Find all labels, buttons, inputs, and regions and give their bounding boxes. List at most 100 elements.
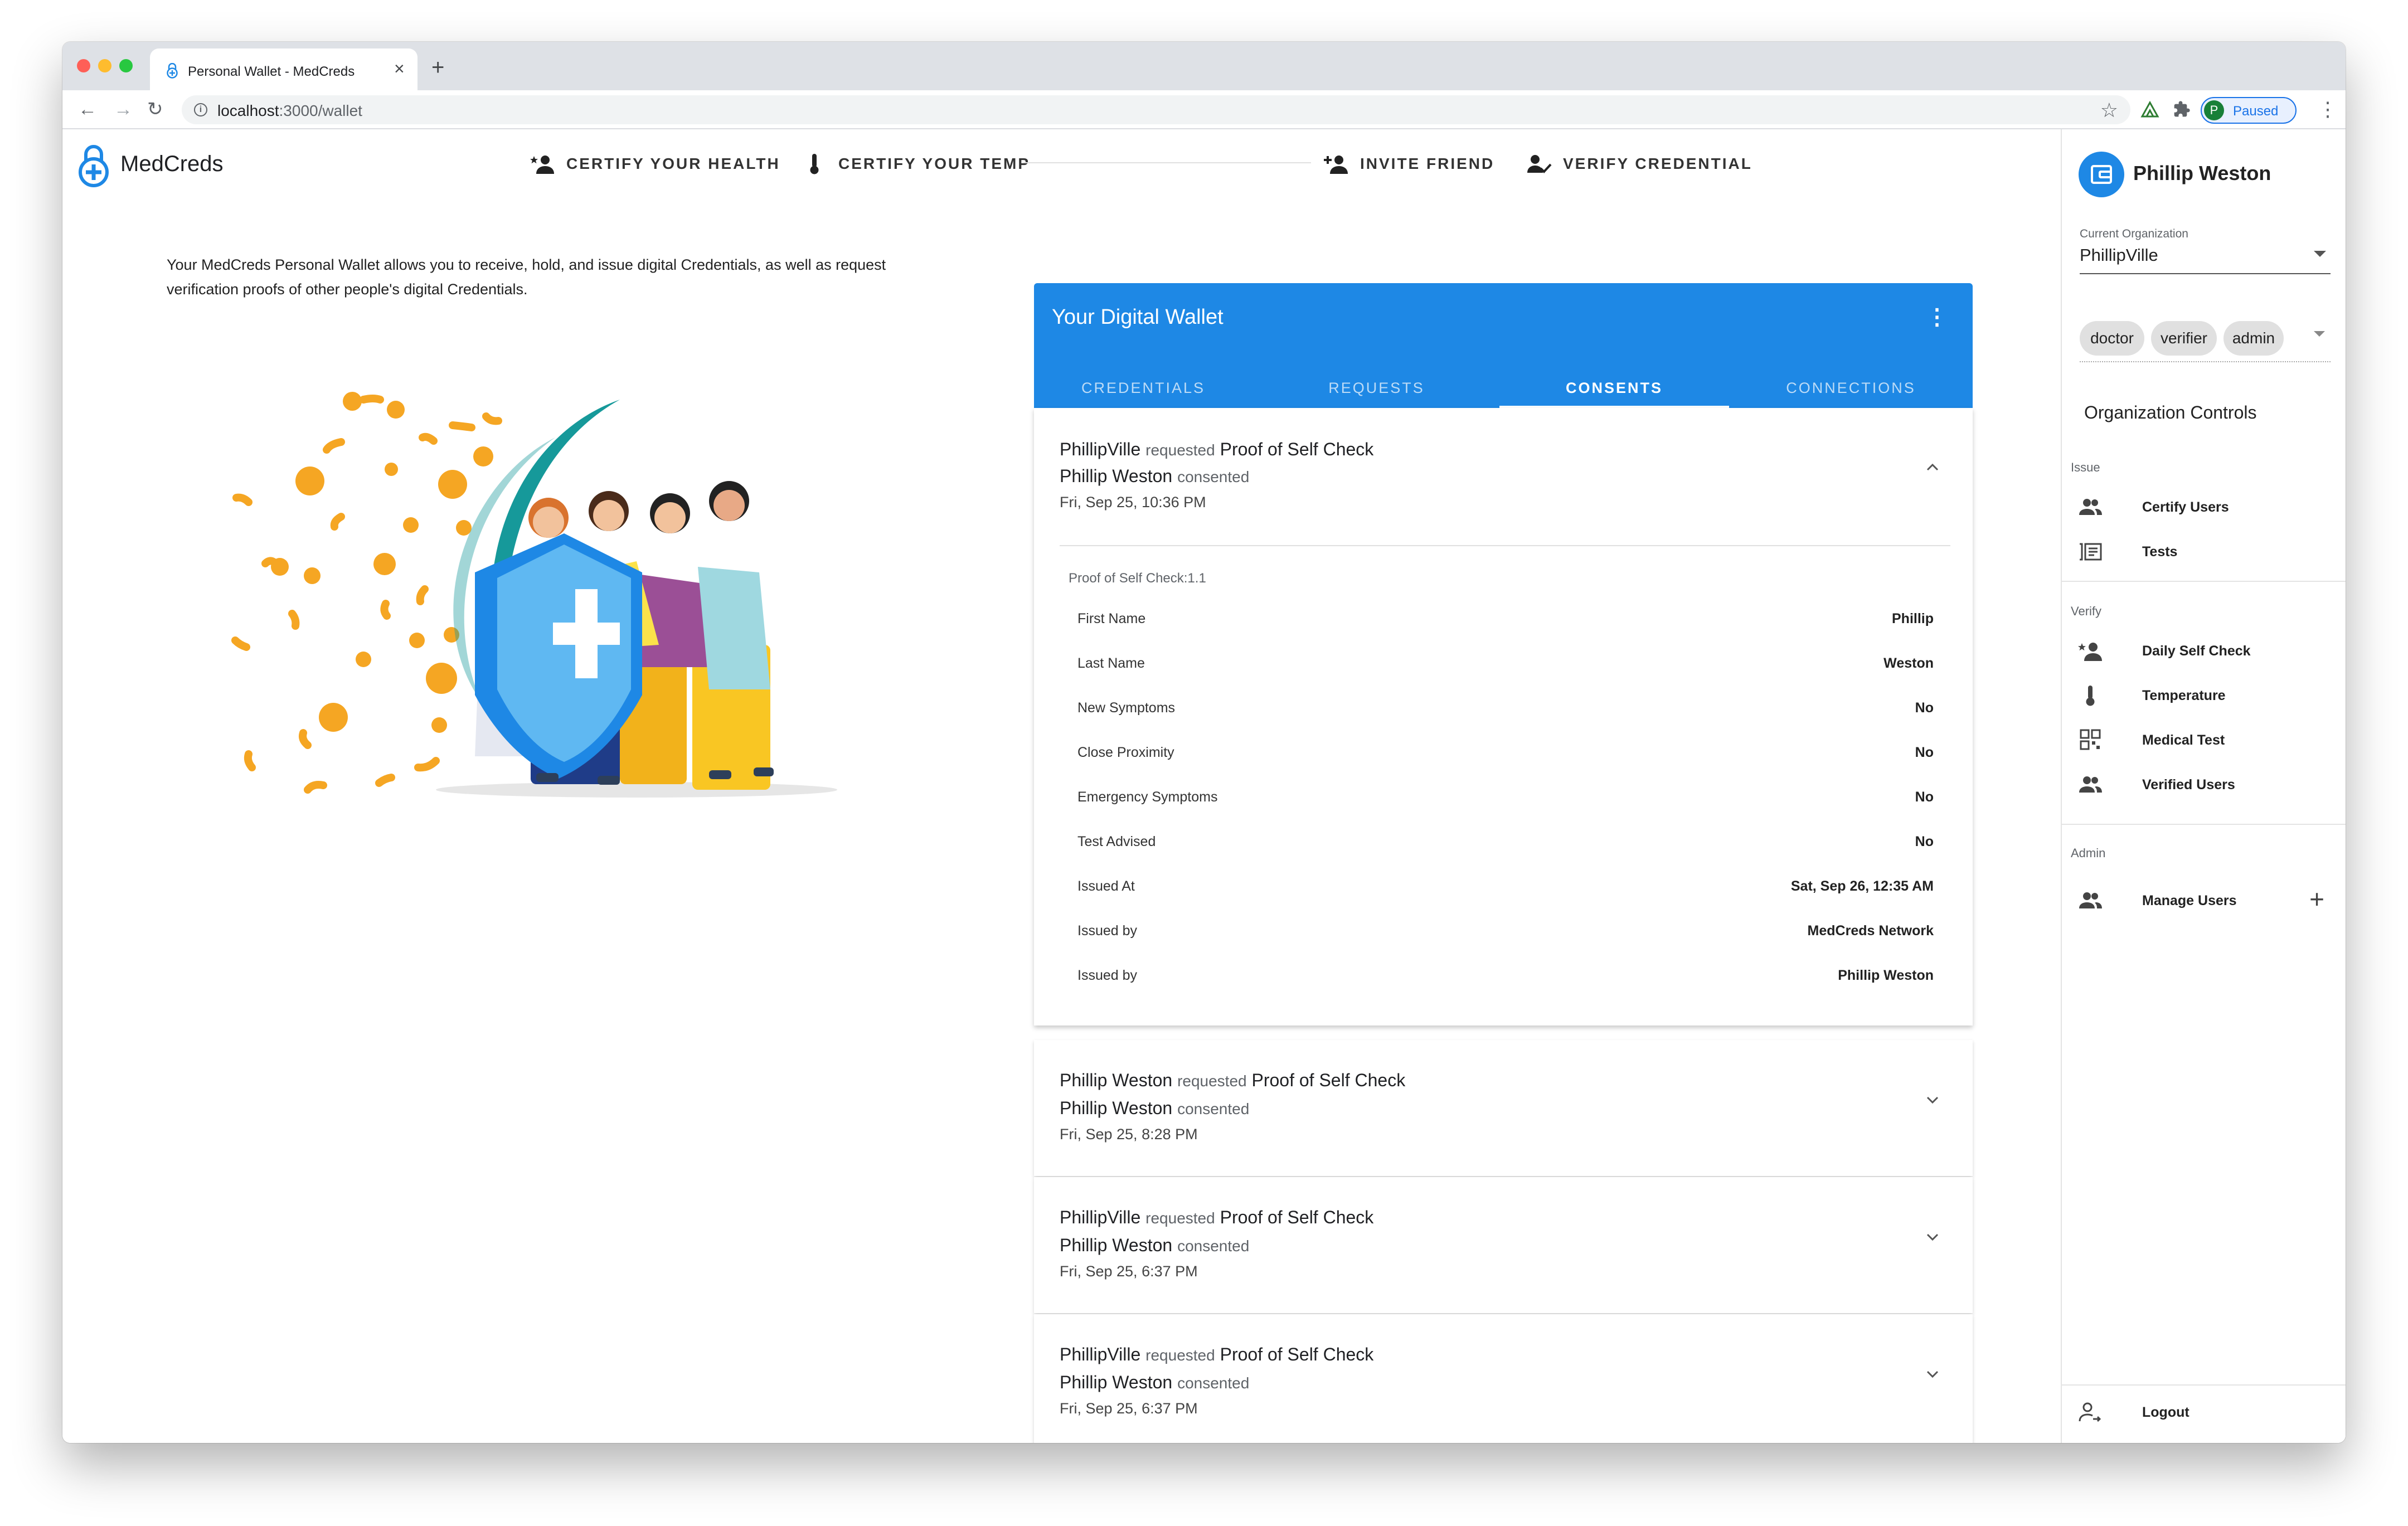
section-issue: Issue	[2071, 460, 2100, 474]
chevron-down-icon[interactable]	[1925, 1092, 1940, 1108]
section-admin: Admin	[2071, 846, 2106, 860]
org-label: Current Organization	[2080, 227, 2188, 240]
roles-underline	[2080, 361, 2331, 362]
medcreds-logo-icon	[79, 145, 109, 187]
consent-request-line: PhillipVille requested Proof of Self Che…	[1060, 1207, 1374, 1227]
consent-consented-line: Phillip Weston consented	[1060, 1235, 1250, 1255]
logout-button[interactable]: Logout	[2062, 1396, 2346, 1429]
medcreds-favicon-icon	[167, 63, 178, 79]
new-tab-icon[interactable]: +	[431, 56, 444, 79]
consent-date: Fri, Sep 25, 8:28 PM	[1060, 1126, 1198, 1143]
role-chip-admin[interactable]: admin	[2223, 321, 2284, 356]
thermometer-icon	[2086, 686, 2095, 706]
extensions-puzzle-icon[interactable]	[2173, 100, 2191, 118]
sidebar-divider	[2062, 1384, 2346, 1386]
nav-invite-friend[interactable]: INVITE FRIEND	[1323, 153, 1494, 175]
browser-window: Personal Wallet - MedCreds × + ← → ↻ i l…	[62, 42, 2346, 1443]
person-add-star-icon	[2078, 643, 2102, 661]
consent-item[interactable]: Phillip Weston requested Proof of Self C…	[1034, 1040, 1973, 1176]
roles-dropdown-arrow-icon[interactable]	[2314, 331, 2325, 337]
extension-triangle-icon[interactable]	[2140, 100, 2159, 119]
field-row: Last Name Weston	[1077, 655, 1934, 671]
tab-credentials[interactable]: CREDENTIALS	[1034, 368, 1252, 408]
nav-certify-health[interactable]: CERTIFY YOUR HEALTH	[530, 153, 780, 175]
nav-certify-temp[interactable]: CERTIFY YOUR TEMP	[802, 153, 1030, 175]
address-bar[interactable]: i localhost:3000/wallet ☆	[182, 95, 2130, 124]
sidebar-item-label: Medical Test	[2142, 732, 2225, 748]
sidebar-item-manage-users[interactable]: Manage Users +	[2062, 884, 2346, 917]
field-row: Close Proximity No	[1077, 745, 1934, 760]
role-chip-verifier[interactable]: verifier	[2151, 321, 2217, 356]
nav-verify-credential[interactable]: VERIFY CREDENTIAL	[1526, 153, 1752, 175]
sidebar-item-label: Tests	[2142, 544, 2178, 560]
wallet-menu-icon[interactable]: ⋮	[1926, 304, 1948, 330]
forward-icon[interactable]: →	[114, 98, 133, 120]
tab-connections[interactable]: CONNECTIONS	[1729, 368, 1973, 408]
list-numbered-icon	[2080, 543, 2102, 561]
sidebar-item-verified-users[interactable]: Verified Users	[2062, 768, 2346, 801]
consent-date: Fri, Sep 25, 6:37 PM	[1060, 1263, 1198, 1280]
consent-consented-line: Phillip Weston consented	[1060, 1098, 1250, 1118]
profile-status-label: Paused	[2233, 104, 2279, 119]
org-dropdown-arrow-icon[interactable]	[2314, 251, 2326, 257]
person-check-icon	[1527, 155, 1552, 173]
sidebar-item-label: Certify Users	[2142, 499, 2229, 515]
reload-icon[interactable]: ↻	[147, 98, 163, 120]
browser-tab[interactable]: Personal Wallet - MedCreds ×	[150, 48, 417, 90]
field-row: Emergency Symptoms No	[1077, 789, 1934, 805]
tab-requests[interactable]: REQUESTS	[1252, 368, 1501, 408]
sidebar-divider	[2062, 824, 2346, 825]
consent-request-line: Phillip Weston requested Proof of Self C…	[1060, 1070, 1406, 1090]
sidebar-item-certify-users[interactable]: Certify Users	[2062, 490, 2346, 524]
consent-item[interactable]: PhillipVille requested Proof of Self Che…	[1034, 1314, 1973, 1443]
tab-strip: Personal Wallet - MedCreds × +	[62, 42, 2346, 90]
chevron-down-icon[interactable]	[1925, 1229, 1940, 1245]
back-icon[interactable]: ←	[78, 98, 97, 120]
sidebar-item-temperature[interactable]: Temperature	[2062, 679, 2346, 712]
consent-request-line: PhillipVille requested Proof of Self Che…	[1060, 439, 1374, 459]
consent-item-expanded[interactable]: PhillipVille requested Proof of Self Che…	[1034, 408, 1973, 1026]
section-verify: Verify	[2071, 604, 2102, 618]
consent-date: Fri, Sep 25, 10:36 PM	[1060, 494, 1206, 511]
logout-person-icon	[2079, 1402, 2101, 1422]
field-row: Test Advised No	[1077, 834, 1934, 849]
add-user-plus-icon[interactable]: +	[2309, 886, 2324, 912]
maximize-window-button[interactable]	[119, 59, 133, 72]
wallet-header: Your Digital Wallet ⋮ CREDENTIALS REQUES…	[1034, 283, 1973, 409]
sidebar-item-label: Manage Users	[2142, 893, 2237, 908]
chevron-down-icon[interactable]	[1925, 1367, 1940, 1382]
field-row: Issued At Sat, Sep 26, 12:35 AM	[1077, 878, 1934, 894]
close-window-button[interactable]	[77, 59, 90, 72]
browser-menu-icon[interactable]: ⋮	[2318, 98, 2338, 120]
sidebar-item-daily-self-check[interactable]: Daily Self Check	[2062, 634, 2346, 668]
brand-name: MedCreds	[120, 152, 224, 176]
consent-consented-line: Phillip Weston consented	[1060, 1372, 1250, 1392]
sidebar-item-medical-test[interactable]: Medical Test	[2062, 723, 2346, 757]
tab-close-icon[interactable]: ×	[394, 60, 405, 77]
nav-verify-credential-label: VERIFY CREDENTIAL	[1563, 155, 1752, 172]
role-chip-doctor[interactable]: doctor	[2080, 321, 2144, 356]
bookmark-star-icon[interactable]: ☆	[2100, 99, 2118, 122]
user-name: Phillip Weston	[2133, 162, 2271, 184]
site-info-icon[interactable]: i	[194, 103, 207, 116]
nav-divider-line	[1023, 162, 1311, 163]
user-avatar[interactable]	[2079, 152, 2124, 197]
chevron-up-icon[interactable]	[1925, 459, 1940, 475]
intro-text: Your MedCreds Personal Wallet allows you…	[167, 256, 886, 298]
consent-date: Fri, Sep 25, 6:37 PM	[1060, 1400, 1198, 1417]
people-icon	[2079, 776, 2102, 793]
org-select-value[interactable]: PhillipVille	[2080, 245, 2158, 265]
health-shield-illustration	[231, 392, 837, 798]
app-root: MedCreds CERTIFY YOUR HEALTH CERTIFY YOU…	[62, 129, 2346, 1443]
minimize-window-button[interactable]	[98, 59, 111, 72]
sidebar-item-tests[interactable]: Tests	[2062, 535, 2346, 568]
proof-label: Proof of Self Check:1.1	[1069, 571, 1206, 586]
profile-paused-button[interactable]: P Paused	[2201, 97, 2297, 124]
thermometer-icon	[810, 154, 819, 174]
consent-consented-line: Phillip Weston consented	[1060, 466, 1250, 486]
consent-item[interactable]: PhillipVille requested Proof of Self Che…	[1034, 1177, 1973, 1313]
wallet-title: Your Digital Wallet	[1052, 305, 1224, 329]
tab-consents[interactable]: CONSENTS	[1499, 368, 1729, 408]
org-controls-title: Organization Controls	[2084, 402, 2257, 422]
consent-request-line: PhillipVille requested Proof of Self Che…	[1060, 1344, 1374, 1364]
